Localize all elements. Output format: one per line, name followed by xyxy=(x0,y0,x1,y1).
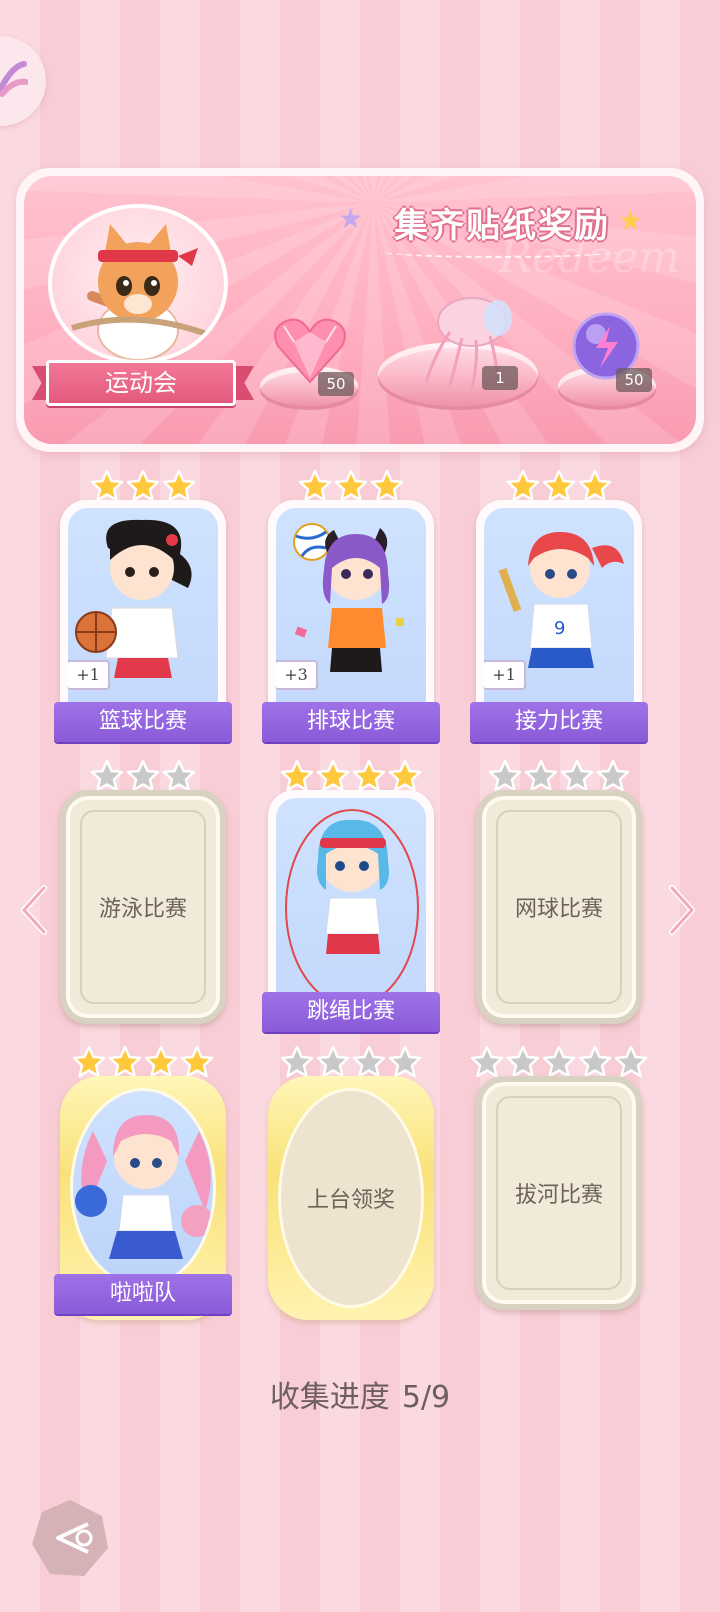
prev-page-arrow[interactable] xyxy=(14,880,54,940)
grey-star-icon xyxy=(162,759,196,792)
event-name-ribbon: 运动会 xyxy=(46,360,236,406)
gold-star-icon xyxy=(280,759,314,792)
progress-label: 收集进度 xyxy=(269,1380,390,1415)
grey-star-icon xyxy=(316,1045,350,1078)
menu-button[interactable] xyxy=(0,36,46,126)
sticker-card-award-ceremony[interactable]: 上台领奖 xyxy=(268,1045,434,1320)
gold-star-icon xyxy=(72,1045,106,1078)
sticker-label: 接力比赛 xyxy=(470,702,648,742)
sticker-art: 9 +1 xyxy=(484,508,634,726)
star-rating xyxy=(505,468,613,504)
star-rating xyxy=(487,758,631,794)
sticker-art xyxy=(276,798,426,1016)
sticker-card-basketball[interactable]: +1 篮球比赛 xyxy=(54,469,232,744)
grey-star-icon xyxy=(578,1045,612,1078)
star-rating xyxy=(71,1044,215,1080)
gold-star-icon xyxy=(316,759,350,792)
grey-star-icon xyxy=(126,759,160,792)
pinwheel-icon xyxy=(0,61,28,97)
grey-star-icon xyxy=(280,1045,314,1078)
sticker-label: 跳绳比赛 xyxy=(262,992,440,1032)
gold-star-icon xyxy=(542,469,576,502)
grey-star-icon xyxy=(524,759,558,792)
star-rating xyxy=(297,468,405,504)
grey-star-icon xyxy=(90,759,124,792)
gold-star-icon xyxy=(388,759,422,792)
grey-star-icon xyxy=(596,759,630,792)
svg-text:9: 9 xyxy=(554,618,565,639)
sticker-card-volleyball[interactable]: +3 排球比赛 xyxy=(262,469,440,744)
gold-star-icon xyxy=(298,469,332,502)
sticker-card-jump-rope[interactable]: 跳绳比赛 xyxy=(262,759,440,1034)
gold-star-icon xyxy=(352,759,386,792)
sticker-card-relay[interactable]: 9 +1 接力比赛 xyxy=(470,469,648,744)
relay-girl-icon: 9 xyxy=(498,532,624,668)
gold-star-icon xyxy=(126,469,160,502)
locked-sticker-label: 拔河比赛 xyxy=(496,1096,622,1290)
event-mascot-avatar xyxy=(48,204,228,364)
gold-star-icon xyxy=(506,469,540,502)
sticker-card-swimming[interactable]: 游泳比赛 xyxy=(60,759,226,1034)
reward-item-3[interactable]: 50 xyxy=(570,310,652,392)
grey-star-icon xyxy=(470,1045,504,1078)
jump-rope-girl-icon xyxy=(285,809,419,1007)
locked-sticker-label: 游泳比赛 xyxy=(80,810,206,1004)
gold-star-icon xyxy=(370,469,404,502)
sticker-art: +3 xyxy=(276,508,426,726)
duplicate-count-badge: +3 xyxy=(276,660,318,690)
basketball-girl-icon xyxy=(75,519,192,678)
yellow-star-icon: ★ xyxy=(618,204,644,237)
reward-count-badge: 50 xyxy=(616,368,652,392)
reward-count-badge: 1 xyxy=(482,366,518,390)
sticker-card-cheerleader[interactable]: 啦啦队 xyxy=(54,1045,232,1320)
back-button[interactable] xyxy=(28,1496,112,1580)
star-rating xyxy=(89,758,197,794)
sticker-label: 篮球比赛 xyxy=(54,702,232,742)
grey-star-icon xyxy=(542,1045,576,1078)
reward-banner: Redeem ★ 集齐贴纸奖励 ★ 运动会 50 1 50 xyxy=(16,168,704,452)
next-page-arrow[interactable] xyxy=(662,880,702,940)
sticker-art xyxy=(70,1088,216,1288)
chevron-right-icon xyxy=(669,885,695,935)
star-rating xyxy=(89,468,197,504)
sticker-label: 排球比赛 xyxy=(262,702,440,742)
duplicate-count-badge: +1 xyxy=(484,660,526,690)
cheerleader-girl-icon xyxy=(75,1115,213,1259)
purple-star-icon: ★ xyxy=(338,202,364,235)
locked-sticker-label: 上台领奖 xyxy=(278,1088,424,1308)
grey-star-icon xyxy=(560,759,594,792)
gold-star-icon xyxy=(144,1045,178,1078)
duplicate-count-badge: +1 xyxy=(68,660,110,690)
sticker-label: 啦啦队 xyxy=(54,1274,232,1314)
gold-star-icon xyxy=(162,469,196,502)
sticker-card-tug-of-war[interactable]: 拔河比赛 xyxy=(470,1045,648,1320)
star-rating xyxy=(469,1044,649,1080)
gold-star-icon xyxy=(108,1045,142,1078)
grey-star-icon xyxy=(614,1045,648,1078)
sticker-card-tennis[interactable]: 网球比赛 xyxy=(476,759,642,1034)
sticker-art: +1 xyxy=(68,508,218,726)
grey-star-icon xyxy=(488,759,522,792)
gold-star-icon xyxy=(180,1045,214,1078)
locked-sticker-label: 网球比赛 xyxy=(496,810,622,1004)
star-rating xyxy=(279,1044,423,1080)
collection-progress: 收集进度 5/9 xyxy=(0,1372,720,1416)
banner-title: 集齐贴纸奖励 xyxy=(394,206,610,246)
reward-item-1[interactable]: 50 xyxy=(270,316,354,396)
grey-star-icon xyxy=(352,1045,386,1078)
gold-star-icon xyxy=(334,469,368,502)
progress-value: 5/9 xyxy=(401,1380,451,1415)
back-arrow-icon xyxy=(32,1500,108,1576)
gold-star-icon xyxy=(90,469,124,502)
grey-star-icon xyxy=(506,1045,540,1078)
chevron-left-icon xyxy=(21,885,47,935)
star-rating xyxy=(279,758,423,794)
reward-item-2[interactable]: 1 xyxy=(406,292,526,392)
grey-star-icon xyxy=(388,1045,422,1078)
volleyball-girl-icon xyxy=(293,523,404,672)
title-underline xyxy=(380,244,620,258)
reward-count-badge: 50 xyxy=(318,372,354,396)
cat-mascot-icon xyxy=(71,224,214,360)
gold-star-icon xyxy=(578,469,612,502)
